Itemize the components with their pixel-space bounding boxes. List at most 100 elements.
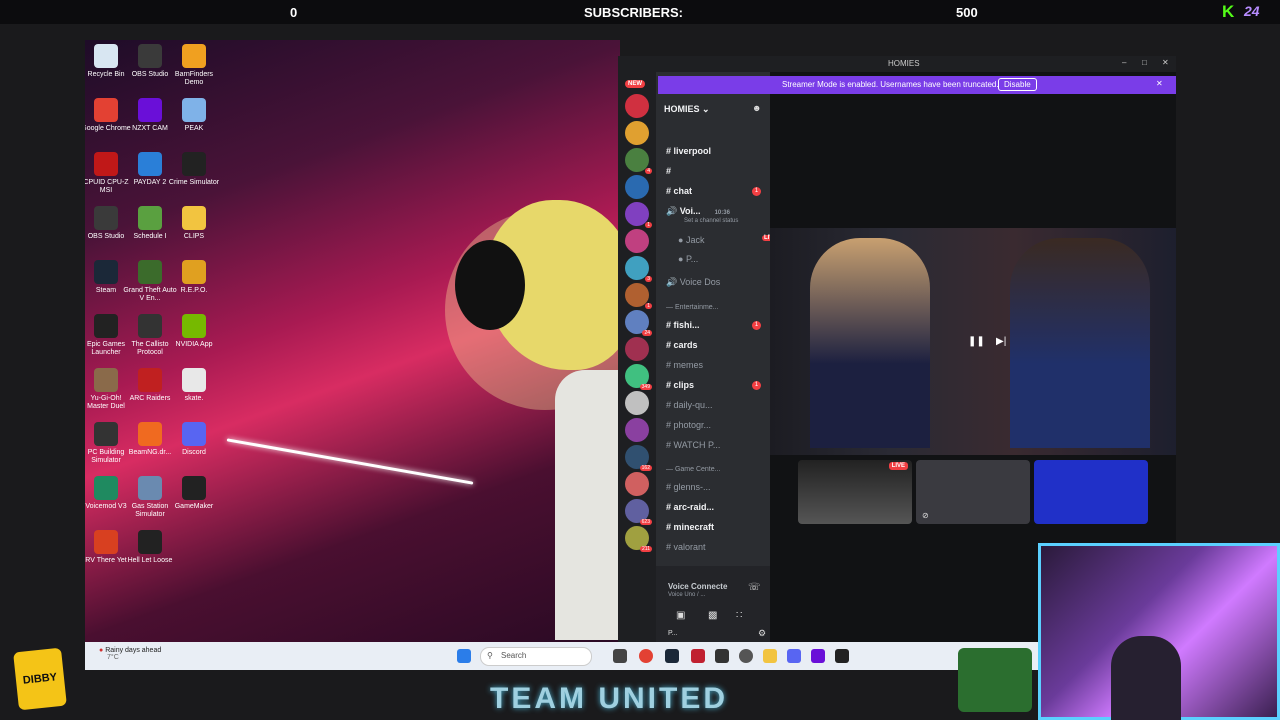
server-badge: 349 (639, 384, 652, 390)
pause-icon[interactable]: ❚❚ (968, 336, 985, 347)
channel-text[interactable]: # liverpool (666, 146, 711, 156)
server-icon[interactable]: 3 (625, 256, 652, 282)
gas-station-icon (138, 476, 162, 500)
desktop-wallpaper: Recycle Bin OBS Studio BarnFinders Demo Goo… (85, 40, 620, 642)
explorer-taskbar-icon[interactable] (763, 649, 777, 663)
channel-user[interactable]: ● P... (678, 254, 698, 264)
channel-text[interactable]: # cards (666, 340, 698, 350)
server-icon[interactable] (625, 175, 649, 199)
channel-text[interactable]: # valorant (666, 542, 706, 552)
channel-text[interactable]: # memes (666, 360, 703, 370)
obs-taskbar-icon[interactable] (739, 649, 753, 663)
channel-name: fishi... (673, 320, 700, 330)
hash-icon: # (666, 502, 674, 512)
stream-thumb-live[interactable]: LIVE (798, 460, 912, 524)
cartoon-ear (455, 240, 525, 330)
taskview-icon[interactable] (613, 649, 627, 663)
server-icon[interactable] (625, 472, 649, 496)
server-icon[interactable]: 349 (625, 364, 652, 390)
kick-logo: K (1222, 2, 1235, 21)
category-icon: — (666, 466, 675, 473)
server-icon[interactable] (625, 391, 649, 415)
desktop-icon[interactable]: R.E.P.O. (167, 260, 221, 295)
nzxt-taskbar-icon[interactable] (811, 649, 825, 663)
steam-taskbar-icon[interactable] (665, 649, 679, 663)
server-icon[interactable]: 211 (625, 526, 652, 552)
activities-icon[interactable]: ∷ (736, 610, 742, 621)
channel-name: arc-raid... (673, 502, 715, 512)
weather-widget[interactable]: ● Rainy days ahead 7°C (99, 647, 161, 661)
epic-taskbar-icon[interactable] (715, 649, 729, 663)
desktop-icon[interactable]: BarnFinders Demo (167, 44, 221, 87)
channel-category[interactable]: — Entertainme... (666, 304, 719, 311)
channel-text[interactable]: # arc-raid... (666, 502, 714, 512)
channel-text[interactable]: # glenns-... (666, 482, 711, 492)
streamer (1111, 636, 1181, 720)
channel-status[interactable]: Set a channel status (684, 218, 738, 224)
server-icon[interactable]: 1 (625, 202, 652, 228)
user-thumb-blue[interactable] (1034, 460, 1148, 524)
gamemaker-icon (182, 476, 206, 500)
channel-voice[interactable]: 🔊 Voi... 10:36 (666, 206, 730, 217)
channel-text[interactable]: # WATCH P... (666, 440, 720, 450)
server-icon[interactable]: 1 (625, 283, 652, 309)
channel-text[interactable]: # minecraft (666, 522, 714, 532)
desktop-icon[interactable]: CLIPS (167, 206, 221, 241)
chrome-taskbar-icon[interactable] (639, 649, 653, 663)
maximize-icon[interactable]: □ (1142, 58, 1147, 67)
channel-text[interactable]: # clips (666, 380, 694, 390)
taskbar-search[interactable]: ⚲ Search (480, 647, 592, 666)
server-icon[interactable] (625, 418, 649, 442)
desktop-icon[interactable]: skate. (167, 368, 221, 403)
terminal-taskbar-icon[interactable] (835, 649, 849, 663)
channel-name: valorant (673, 542, 706, 552)
channel-text[interactable]: # photogr... (666, 420, 711, 430)
voice-timer: 10:36 (714, 210, 730, 216)
start-button[interactable] (457, 649, 471, 663)
cpuz-icon (94, 152, 118, 176)
server-header[interactable]: HOMIES ⌄ (664, 104, 710, 115)
channel-text[interactable]: # fishi... (666, 320, 700, 330)
desktop-icon-label: skate. (184, 395, 204, 402)
channel-category[interactable]: — Game Cente... (666, 466, 720, 473)
channel-user[interactable]: ● JackLIVE (678, 235, 780, 245)
close-icon[interactable]: ✕ (1162, 58, 1169, 67)
voice-connected-label: Voice Connecte (668, 582, 728, 591)
discord-taskbar-icon[interactable] (787, 649, 801, 663)
banner-close-icon[interactable]: ✕ (1156, 79, 1163, 88)
schedule-icon (138, 206, 162, 230)
desktop-icon[interactable]: NVIDIA App (167, 314, 221, 349)
server-icon[interactable]: 162 (625, 445, 652, 471)
user-thumb-avatar[interactable]: ⊘ (916, 460, 1030, 524)
server-icon[interactable] (625, 229, 649, 253)
minimize-icon[interactable]: – (1122, 58, 1126, 67)
obs-icon (94, 206, 118, 230)
stream-video[interactable]: ❚❚ ▶| (770, 228, 1176, 455)
channel-text[interactable]: # chat (666, 186, 692, 196)
server-icon[interactable]: 623 (625, 499, 652, 525)
server-icon[interactable] (625, 337, 649, 361)
disconnect-icon[interactable]: ☏ (748, 582, 761, 593)
desktop-icon[interactable]: Crime Simulator (167, 152, 221, 187)
channel-text[interactable]: # (666, 166, 671, 176)
desk-plant (958, 648, 1032, 712)
next-icon[interactable]: ▶| (996, 336, 1006, 347)
server-icon[interactable]: 24 (625, 310, 652, 336)
server-icon[interactable] (625, 94, 649, 118)
app-taskbar-icon[interactable] (691, 649, 705, 663)
camera-icon[interactable]: ▣ (676, 610, 685, 621)
desktop-icon[interactable]: Hell Let Loose (123, 530, 177, 565)
desktop-icon[interactable]: GameMaker (167, 476, 221, 511)
screenshare-icon[interactable]: ▩ (708, 610, 717, 621)
desktop-icon[interactable]: PEAK (167, 98, 221, 133)
server-icon[interactable]: 4 (625, 148, 652, 174)
settings-gear-icon[interactable]: ⚙ (758, 628, 766, 639)
server-icon[interactable] (625, 121, 649, 145)
add-member-icon[interactable]: ☻ (752, 103, 761, 113)
desktop-icon[interactable]: Discord (167, 422, 221, 457)
subscriber-goal: 500 (956, 5, 978, 20)
server-badge: 211 (640, 546, 652, 552)
disable-button[interactable]: Disable (998, 78, 1037, 91)
channel-text[interactable]: # daily-qu... (666, 400, 713, 410)
channel-voice[interactable]: 🔊 Voice Dos (666, 277, 720, 288)
